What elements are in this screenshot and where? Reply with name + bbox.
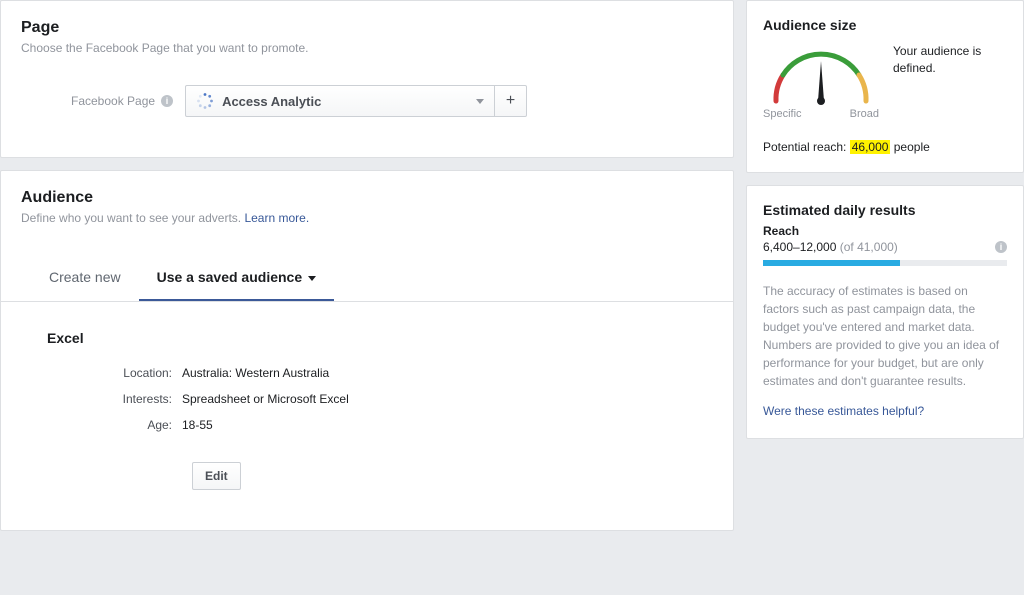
info-icon[interactable]: i <box>161 95 173 107</box>
tab-create-new[interactable]: Create new <box>31 255 139 301</box>
page-subtitle: Choose the Facebook Page that you want t… <box>21 41 713 55</box>
reach-of: (of 41,000) <box>840 240 898 254</box>
facebook-page-label: Facebook Page i <box>71 94 173 108</box>
audience-title: Audience <box>21 189 713 207</box>
audience-tabs: Create new Use a saved audience <box>1 255 733 302</box>
potential-reach: Potential reach: 46,000 people <box>763 140 1007 154</box>
saved-audience-name: Excel <box>47 330 703 346</box>
audience-section: Audience Define who you want to see your… <box>0 170 734 531</box>
audience-defined-text: Your audience is defined. <box>893 43 1007 77</box>
gauge-specific-label: Specific <box>763 108 802 120</box>
reach-value: 6,400–12,000 <box>763 240 836 254</box>
tab-saved-audience[interactable]: Use a saved audience <box>139 255 335 301</box>
audience-row-age: Age: 18-55 <box>47 418 703 432</box>
page-avatar-icon <box>196 92 214 110</box>
info-icon[interactable]: i <box>995 241 1007 253</box>
gauge-broad-label: Broad <box>850 108 879 120</box>
reach-progress <box>763 260 1007 266</box>
learn-more-link[interactable]: Learn more. <box>244 211 309 225</box>
reach-heading: Reach <box>763 224 1007 238</box>
page-title: Page <box>21 19 713 37</box>
chevron-down-icon <box>308 276 316 281</box>
audience-size-title: Audience size <box>763 17 1007 33</box>
estimated-results-card: Estimated daily results Reach 6,400–12,0… <box>746 185 1024 439</box>
edit-button[interactable]: Edit <box>192 462 241 490</box>
estimate-disclaimer: The accuracy of estimates is based on fa… <box>763 282 1007 390</box>
estimated-title: Estimated daily results <box>763 202 1007 218</box>
gauge-icon <box>763 43 879 109</box>
plus-icon: + <box>506 92 515 110</box>
add-page-button[interactable]: + <box>495 85 527 117</box>
audience-size-card: Audience size Specific Broad Your <box>746 0 1024 173</box>
audience-row-interests: Interests: Spreadsheet or Microsoft Exce… <box>47 392 703 406</box>
chevron-down-icon <box>476 99 484 104</box>
audience-row-location: Location: Australia: Western Australia <box>47 366 703 380</box>
facebook-page-selected-label: Access Analytic <box>222 94 321 109</box>
audience-subtitle: Define who you want to see your adverts.… <box>21 211 713 225</box>
facebook-page-select[interactable]: Access Analytic <box>185 85 495 117</box>
feedback-link[interactable]: Were these estimates helpful? <box>763 404 1007 418</box>
page-section: Page Choose the Facebook Page that you w… <box>0 0 734 158</box>
potential-reach-value: 46,000 <box>850 140 891 154</box>
